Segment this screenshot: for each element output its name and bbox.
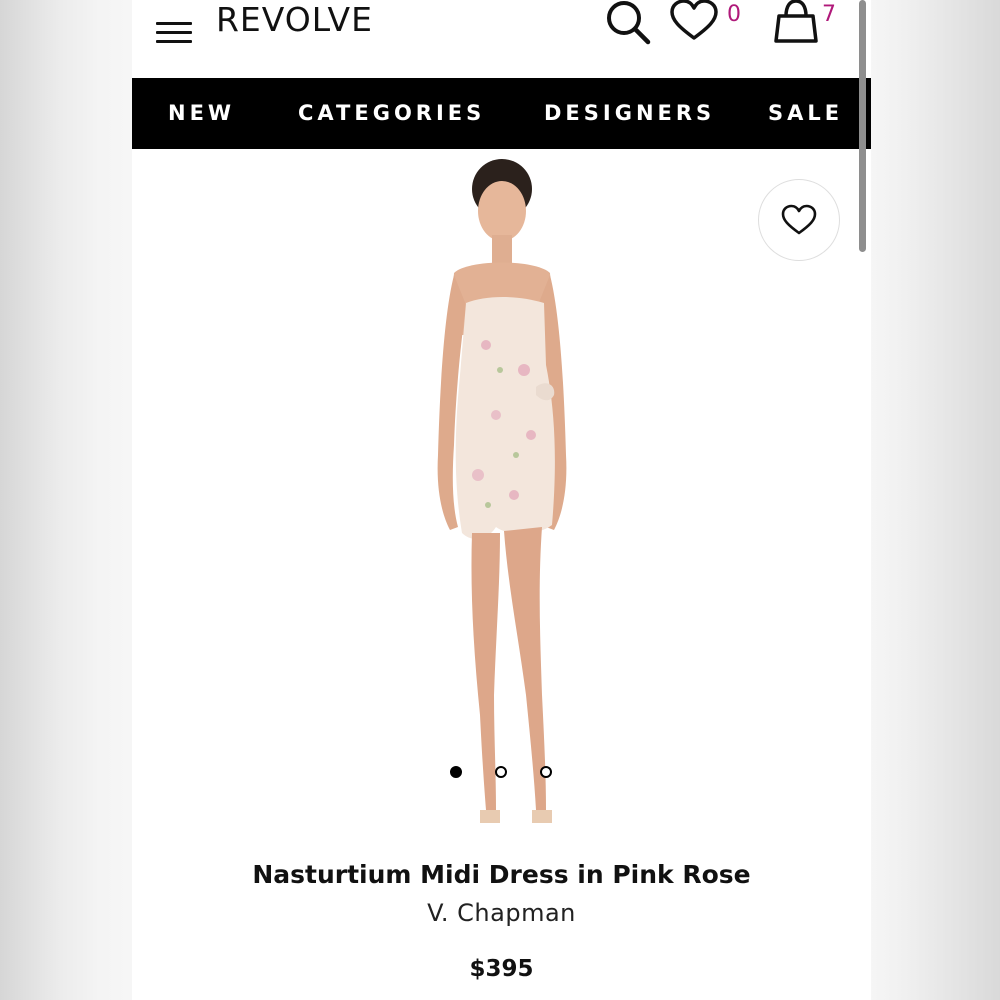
carousel-dot-1[interactable] — [450, 766, 462, 778]
heart-outline-icon — [781, 204, 817, 235]
product-name: Nasturtium Midi Dress in Pink Rose — [252, 860, 751, 889]
carousel-dot-3[interactable] — [540, 766, 552, 778]
hamburger-menu-icon[interactable] — [154, 10, 194, 43]
search-icon[interactable] — [602, 0, 654, 46]
carousel-dots — [442, 766, 552, 784]
vertical-scrollbar[interactable] — [859, 0, 866, 252]
carousel-dot-2[interactable] — [495, 766, 507, 778]
product-price: $395 — [469, 956, 534, 982]
site-logo[interactable]: REVOLVE — [216, 0, 373, 40]
category-nav: NEW CATEGORIES DESIGNERS SALE — [132, 78, 871, 149]
nav-item-designers[interactable]: DESIGNERS — [544, 78, 715, 149]
bag-count: 7 — [822, 2, 836, 27]
product-brand-link[interactable]: V. Chapman — [132, 899, 871, 927]
nav-item-sale[interactable]: SALE — [768, 78, 843, 149]
wishlist-count: 0 — [727, 2, 741, 27]
wishlist-heart-icon[interactable] — [669, 0, 719, 42]
favorite-button[interactable] — [758, 179, 840, 261]
nav-item-new[interactable]: NEW — [168, 78, 235, 149]
shopping-bag-icon[interactable] — [772, 0, 820, 44]
product-photo-model — [437, 159, 567, 823]
product-image-carousel[interactable] — [132, 149, 871, 849]
nav-item-categories[interactable]: CATEGORIES — [298, 78, 485, 149]
top-header: REVOLVE 0 7 — [132, 0, 871, 78]
app-screen: REVOLVE 0 7 NEW CATEGORIES DESIGNERS SAL… — [132, 0, 871, 1000]
